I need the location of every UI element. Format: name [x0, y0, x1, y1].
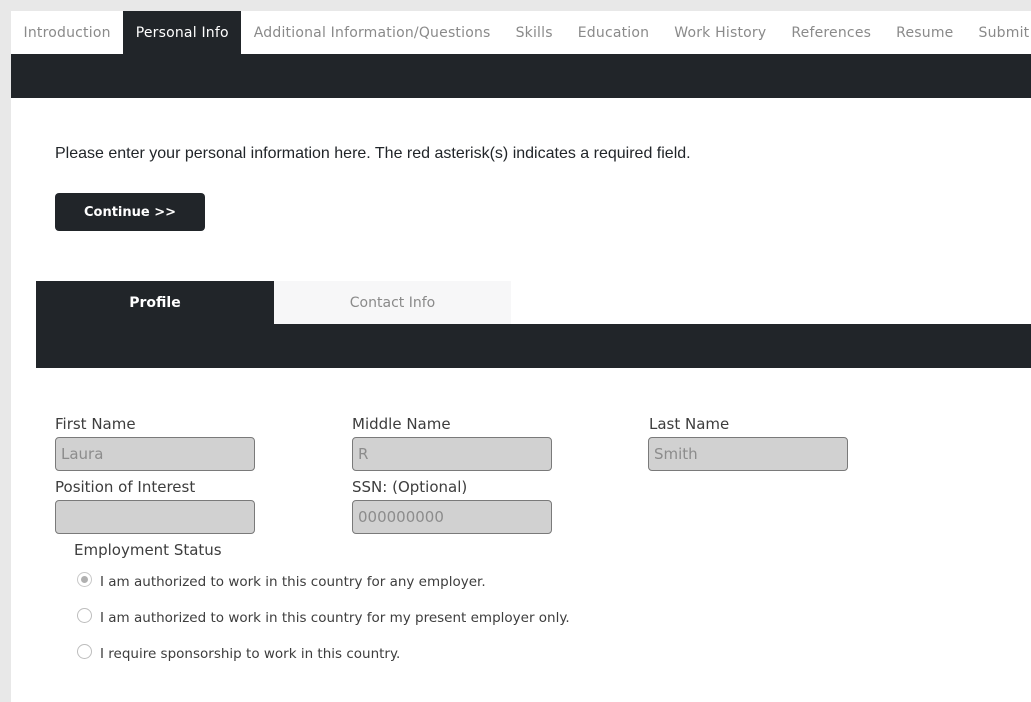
- tab-education[interactable]: Education: [565, 11, 662, 54]
- last-name-label: Last Name: [649, 415, 730, 433]
- radio-unchecked-icon[interactable]: [77, 607, 92, 623]
- continue-button[interactable]: Continue >>: [55, 193, 205, 231]
- position-label: Position of Interest: [55, 478, 196, 496]
- tab-references[interactable]: References: [779, 11, 884, 54]
- tab-work-history[interactable]: Work History: [662, 11, 779, 54]
- employment-option-text: I am authorized to work in this country …: [100, 574, 486, 590]
- tab-skills[interactable]: Skills: [503, 11, 565, 54]
- employment-option-present-employer[interactable]: I am authorized to work in this country …: [77, 607, 570, 626]
- radio-checked-icon[interactable]: [77, 571, 92, 587]
- profile-subtabs: Profile Contact Info: [36, 281, 511, 324]
- intro-text: Please enter your personal information h…: [55, 145, 691, 162]
- middle-name-label: Middle Name: [352, 415, 451, 433]
- middle-name-value: R: [358, 445, 369, 463]
- tab-contact-info[interactable]: Contact Info: [274, 281, 511, 324]
- ssn-label: SSN: (Optional): [352, 478, 468, 496]
- ssn-value: 000000000: [358, 508, 444, 526]
- last-name-input[interactable]: Smith: [648, 437, 848, 471]
- tab-submit[interactable]: Submit: [966, 11, 1031, 54]
- application-page: Introduction Personal Info Additional In…: [11, 11, 1031, 702]
- employment-option-sponsorship[interactable]: I require sponsorship to work in this co…: [77, 643, 401, 662]
- tab-profile[interactable]: Profile: [36, 281, 274, 324]
- employment-option-text: I require sponsorship to work in this co…: [100, 646, 401, 662]
- employment-option-text: I am authorized to work in this country …: [100, 610, 570, 626]
- tab-introduction[interactable]: Introduction: [11, 11, 123, 54]
- position-input[interactable]: [55, 500, 255, 534]
- first-name-label: First Name: [55, 415, 136, 433]
- top-nav-tabs: Introduction Personal Info Additional In…: [11, 11, 1031, 54]
- employment-option-any-employer[interactable]: I am authorized to work in this country …: [77, 571, 486, 590]
- header-band: [11, 54, 1031, 98]
- subtab-band: [36, 324, 1031, 368]
- first-name-value: Laura: [61, 445, 104, 463]
- first-name-input[interactable]: Laura: [55, 437, 255, 471]
- last-name-value: Smith: [654, 445, 698, 463]
- radio-unchecked-icon[interactable]: [77, 643, 92, 659]
- middle-name-input[interactable]: R: [352, 437, 552, 471]
- tab-personal-info[interactable]: Personal Info: [123, 11, 242, 54]
- tab-resume[interactable]: Resume: [884, 11, 966, 54]
- tab-additional-information[interactable]: Additional Information/Questions: [241, 11, 503, 54]
- ssn-input[interactable]: 000000000: [352, 500, 552, 534]
- employment-status-label: Employment Status: [74, 541, 222, 559]
